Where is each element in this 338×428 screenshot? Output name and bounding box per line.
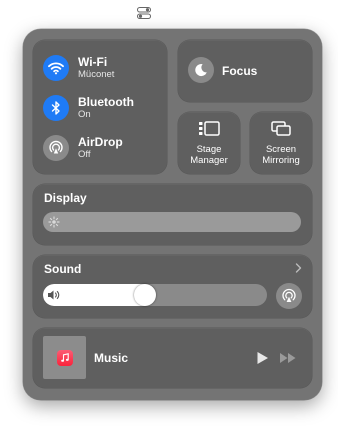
music-app-icon xyxy=(56,349,73,366)
bluetooth-status: On xyxy=(78,109,91,120)
album-artwork xyxy=(43,336,86,379)
airdrop-label: AirDrop xyxy=(78,135,123,149)
airdrop-icon xyxy=(43,135,69,161)
airplay-audio-icon xyxy=(282,288,296,302)
screen-mirroring-tile[interactable]: Screen Mirroring xyxy=(250,112,312,174)
speaker-icon xyxy=(48,290,60,300)
display-title: Display xyxy=(44,191,87,205)
now-playing-label: Music xyxy=(94,351,129,365)
screen-mirroring-label-line2: Mirroring xyxy=(262,155,300,166)
stage-manager-tile[interactable]: Stage Manager xyxy=(178,112,240,174)
control-center-panel: Wi-Fi Müconet Bluetooth On AirDrop Off F… xyxy=(23,29,322,400)
moon-icon xyxy=(188,57,214,83)
stage-manager-label-line2: Manager xyxy=(190,155,228,166)
airdrop-status: Off xyxy=(78,149,91,160)
wifi-icon xyxy=(43,55,69,81)
focus-label: Focus xyxy=(222,64,258,78)
now-playing-tile[interactable]: Music xyxy=(33,328,312,388)
bluetooth-toggle[interactable]: Bluetooth On xyxy=(43,94,163,122)
sound-tile: Sound xyxy=(33,255,312,318)
airdrop-toggle[interactable]: AirDrop Off xyxy=(43,134,163,162)
brightness-slider[interactable] xyxy=(43,212,301,232)
chevron-right-icon[interactable] xyxy=(295,263,302,273)
bluetooth-label: Bluetooth xyxy=(78,95,134,109)
wifi-label: Wi-Fi xyxy=(78,55,108,69)
display-tile: Display xyxy=(33,184,312,245)
focus-tile[interactable]: Focus xyxy=(178,40,312,102)
wifi-toggle[interactable]: Wi-Fi Müconet xyxy=(43,54,163,82)
screen-mirroring-icon xyxy=(271,121,291,136)
fast-forward-icon[interactable] xyxy=(279,352,297,364)
sound-title: Sound xyxy=(44,262,82,276)
wifi-network-name: Müconet xyxy=(78,69,115,80)
airplay-audio-button[interactable] xyxy=(276,283,302,309)
music-note-icon xyxy=(60,352,69,362)
connectivity-tile: Wi-Fi Müconet Bluetooth On AirDrop Off xyxy=(33,40,167,174)
bluetooth-icon xyxy=(43,95,69,121)
stage-manager-icon xyxy=(199,121,220,136)
volume-slider-knob[interactable] xyxy=(133,284,156,306)
stage-manager-label-line1: Stage xyxy=(196,144,222,155)
play-icon[interactable] xyxy=(256,351,269,365)
control-center-menubar-icon[interactable] xyxy=(137,6,151,19)
sun-icon xyxy=(48,216,60,228)
screen-mirroring-label-line1: Screen xyxy=(265,144,297,155)
